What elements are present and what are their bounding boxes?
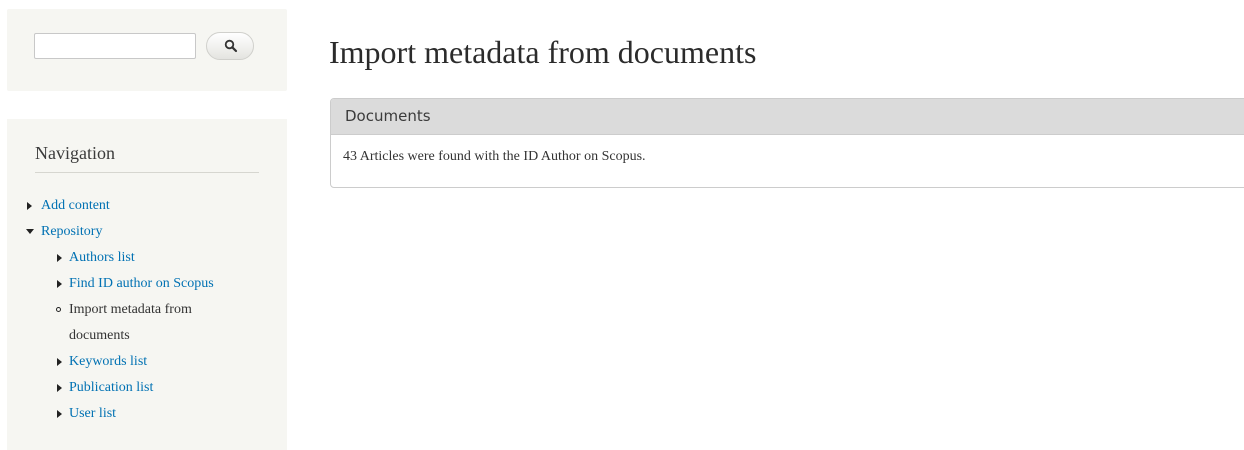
nav-link-keywords-list[interactable]: Keywords list xyxy=(69,354,147,369)
nav-item-authors-list: Authors list xyxy=(41,245,265,271)
nav-item-repository: Repository Authors list Find ID author o… xyxy=(25,219,265,427)
nav-item-find-id-author: Find ID author on Scopus xyxy=(41,271,265,297)
nav-link-add-content[interactable]: Add content xyxy=(41,198,110,213)
collapsed-arrow-icon xyxy=(57,358,62,366)
page-title: Import metadata from documents xyxy=(329,34,757,70)
collapsed-arrow-icon xyxy=(57,410,62,418)
nav-link-import-metadata-active[interactable]: Import metadata from documents xyxy=(69,297,239,349)
nav-link-repository[interactable]: Repository xyxy=(41,224,102,239)
nav-item-publication-list: Publication list xyxy=(41,375,265,401)
page: Navigation Add content Repository Author… xyxy=(0,0,1244,450)
collapsed-arrow-icon xyxy=(57,254,62,262)
nav-item-add-content: Add content xyxy=(25,193,265,219)
nav-item-keywords-list: Keywords list xyxy=(41,349,265,375)
fieldset-message: 43 Articles were found with the ID Autho… xyxy=(343,149,646,164)
nav-link-authors-list[interactable]: Authors list xyxy=(69,250,135,265)
nav-item-import-metadata: Import metadata from documents xyxy=(41,297,265,349)
collapsed-arrow-icon xyxy=(57,280,62,288)
expanded-arrow-icon xyxy=(26,229,34,234)
nav-link-user-list[interactable]: User list xyxy=(69,406,116,421)
navigation-title: Navigation xyxy=(35,143,259,173)
search-button[interactable] xyxy=(206,32,254,60)
collapsed-arrow-icon xyxy=(57,384,62,392)
search-input[interactable] xyxy=(34,33,196,59)
nav-link-find-id-author[interactable]: Find ID author on Scopus xyxy=(69,276,214,291)
collapsed-arrow-icon xyxy=(27,202,32,210)
navigation-menu: Add content Repository Authors list Find… xyxy=(25,193,265,427)
documents-fieldset: Documents 43 Articles were found with th… xyxy=(330,98,1244,188)
search-block xyxy=(7,9,287,91)
repository-submenu: Authors list Find ID author on Scopus Im… xyxy=(41,245,265,427)
nav-item-user-list: User list xyxy=(41,401,265,427)
navigation-block: Navigation Add content Repository Author… xyxy=(7,119,287,450)
search-icon xyxy=(224,39,238,53)
nav-link-publication-list[interactable]: Publication list xyxy=(69,380,153,395)
bullet-circle-icon xyxy=(56,307,61,312)
fieldset-legend: Documents xyxy=(331,99,1244,135)
